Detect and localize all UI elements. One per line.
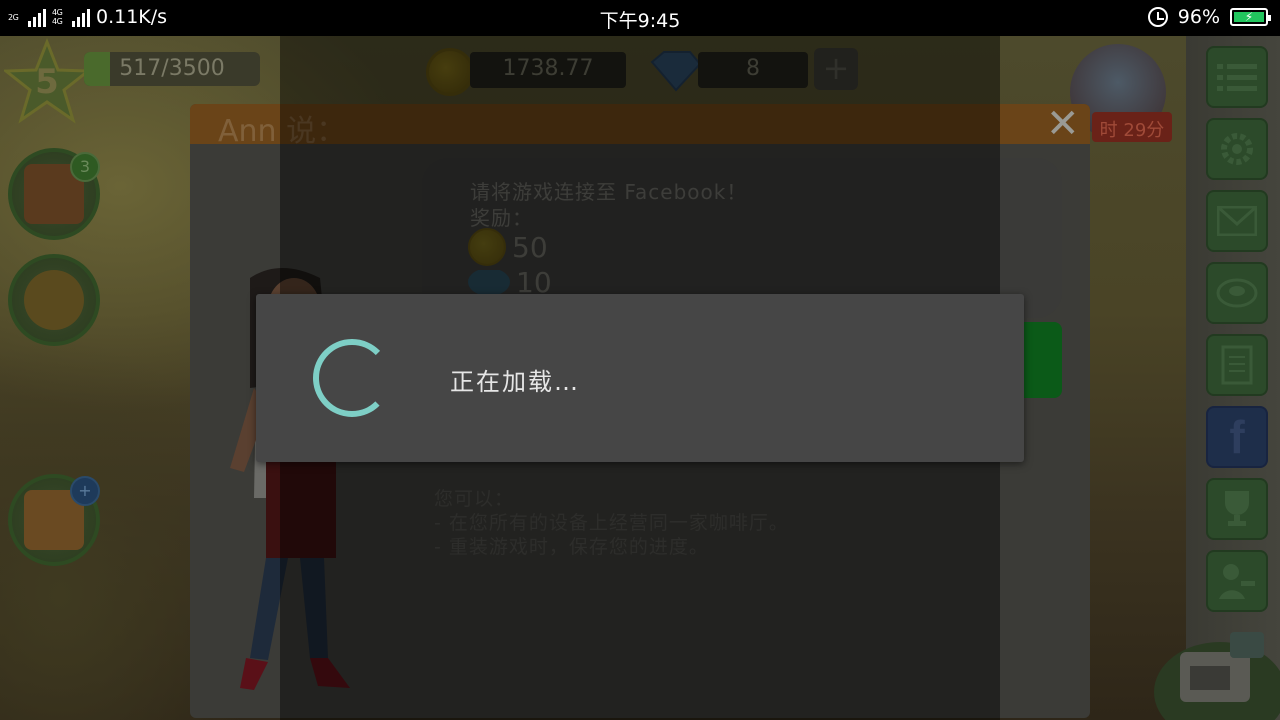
- cooking-pot-icon: [24, 270, 84, 330]
- trophy-icon: [1225, 491, 1249, 526]
- recipes-icon: [1216, 278, 1258, 308]
- notepad-icon: [1221, 345, 1253, 385]
- xp-bar: 517/3500: [84, 52, 260, 86]
- loading-text: 正在加载…: [450, 368, 580, 396]
- facebook-button[interactable]: f: [1206, 406, 1268, 468]
- battery-charging-icon: ⚡: [1234, 10, 1264, 24]
- status-bar: 2G 4G 4G 0.11K/s 下午9:45 96% ⚡: [0, 0, 1280, 36]
- staff-icon: [1219, 564, 1255, 599]
- recipe-book-badge: 3: [70, 152, 100, 182]
- clock: 下午9:45: [599, 10, 681, 32]
- mail-button[interactable]: [1206, 190, 1268, 252]
- staff-button[interactable]: [1206, 550, 1268, 612]
- alarm-icon: [1147, 7, 1168, 27]
- event-timer: 时 29分: [1092, 112, 1172, 142]
- player-level: 5: [35, 62, 59, 102]
- status-right: 96% ⚡: [1147, 6, 1271, 28]
- battery-percent: 96%: [1177, 6, 1220, 28]
- gear-icon: [1221, 133, 1253, 165]
- achievements-button[interactable]: [1206, 478, 1268, 540]
- cash-register-icon[interactable]: [1150, 622, 1280, 720]
- cooking-pot-button[interactable]: [8, 254, 100, 346]
- close-dialog-button[interactable]: ✕: [1046, 104, 1080, 144]
- settings-button[interactable]: [1206, 118, 1268, 180]
- facebook-icon: f: [1229, 411, 1245, 463]
- loading-spinner-icon: [313, 339, 391, 417]
- notepad-button[interactable]: [1206, 334, 1268, 396]
- gift-badge: +: [70, 476, 100, 506]
- mail-icon: [1217, 206, 1257, 236]
- recipes-button[interactable]: [1206, 262, 1268, 324]
- battery-icon: ⚡: [1230, 8, 1271, 26]
- menu-icon: [1217, 64, 1257, 91]
- xp-text: 517/3500: [119, 56, 225, 81]
- menu-button[interactable]: [1206, 46, 1268, 108]
